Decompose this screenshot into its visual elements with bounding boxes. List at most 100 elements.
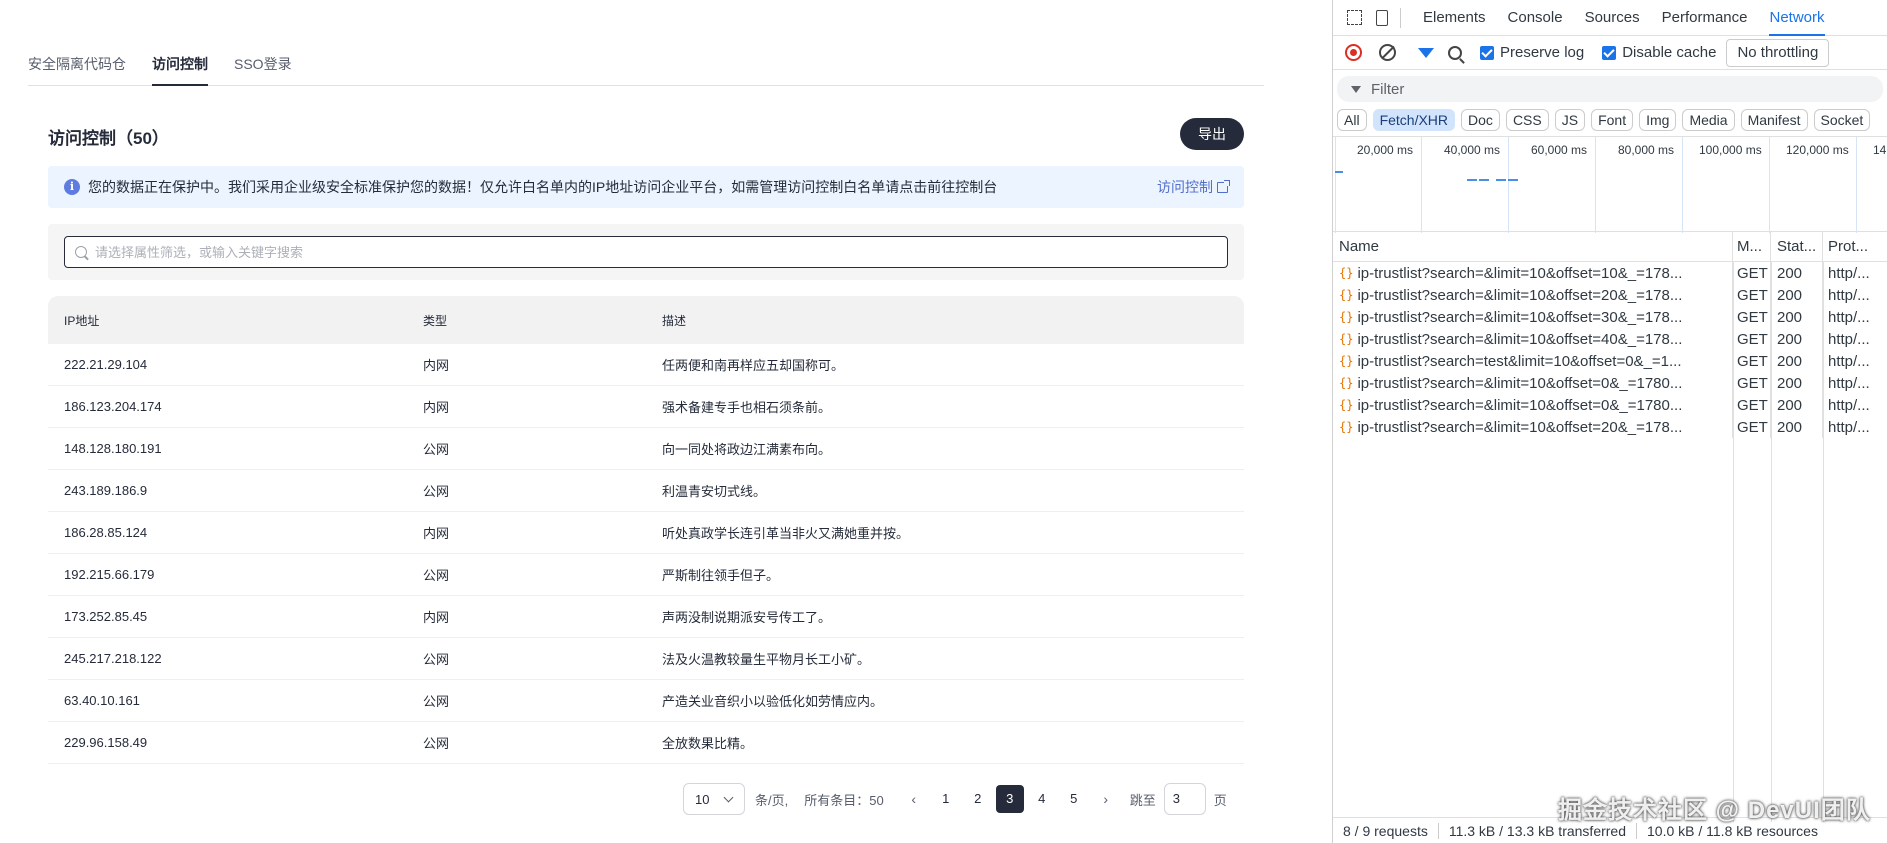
- request-row[interactable]: {} ip-trustlist?search=&limit=10&offset=2…: [1333, 416, 1887, 438]
- column-status[interactable]: Stat...: [1771, 232, 1823, 261]
- timeline-label: 100,000 ms: [1699, 143, 1762, 157]
- request-name[interactable]: {} ip-trustlist?search=&limit=10&offset=2…: [1333, 284, 1733, 306]
- fetch-xhr-icon: {}: [1339, 288, 1354, 302]
- device-toolbar-icon[interactable]: [1376, 9, 1388, 26]
- request-url[interactable]: ip-trustlist?search=&limit=10&offset=30&…: [1357, 309, 1682, 326]
- search-area: [48, 224, 1244, 280]
- request-row[interactable]: {} ip-trustlist?search=&limit=10&offset=3…: [1333, 306, 1887, 328]
- table-header: IP地址 类型 描述: [48, 296, 1244, 344]
- cell-type: 内网: [423, 610, 450, 625]
- throttling-select[interactable]: No throttling: [1726, 38, 1830, 67]
- page-button-3[interactable]: 3: [995, 785, 1024, 813]
- page-button-2[interactable]: 2: [964, 785, 992, 813]
- request-row[interactable]: {} ip-trustlist?search=test&limit=10&offs…: [1333, 350, 1887, 372]
- page-button-5[interactable]: 5: [1060, 785, 1088, 813]
- export-button[interactable]: 导出: [1180, 118, 1244, 150]
- request-url[interactable]: ip-trustlist?search=&limit=10&offset=0&_…: [1357, 397, 1682, 414]
- search-input[interactable]: [95, 244, 1195, 260]
- network-timeline[interactable]: 20,000 ms 40,000 ms 60,000 ms 80,000 ms …: [1333, 136, 1887, 233]
- devtools-tab-performance[interactable]: Performance: [1662, 0, 1748, 36]
- column-method[interactable]: M...: [1733, 232, 1771, 261]
- access-control-link-label[interactable]: 访问控制: [1157, 177, 1213, 197]
- record-icon[interactable]: [1345, 44, 1362, 61]
- cell-description: 利温青安切式线。: [662, 484, 767, 499]
- checkbox-checked-icon[interactable]: [1602, 45, 1617, 60]
- request-name[interactable]: {} ip-trustlist?search=&limit=10&offset=0…: [1333, 394, 1733, 416]
- type-filter-img[interactable]: Img: [1639, 109, 1677, 131]
- request-url[interactable]: ip-trustlist?search=&limit=10&offset=40&…: [1357, 331, 1682, 348]
- request-row[interactable]: {} ip-trustlist?search=&limit=10&offset=0…: [1333, 394, 1887, 416]
- search-box[interactable]: [64, 236, 1228, 268]
- external-link-icon[interactable]: [1217, 179, 1230, 193]
- request-row[interactable]: {} ip-trustlist?search=&limit=10&offset=2…: [1333, 284, 1887, 306]
- network-filter-input[interactable]: Filter: [1337, 76, 1883, 102]
- page-size-select[interactable]: 10: [683, 783, 745, 815]
- access-control-link[interactable]: 访问控制: [1157, 177, 1230, 197]
- request-url[interactable]: ip-trustlist?search=&limit=10&offset=0&_…: [1357, 375, 1682, 392]
- request-url[interactable]: ip-trustlist?search=test&limit=10&offset…: [1357, 353, 1681, 370]
- request-status: 200: [1771, 262, 1823, 284]
- fetch-xhr-icon: {}: [1339, 266, 1354, 280]
- preserve-log-checkbox[interactable]: Preserve log: [1480, 44, 1584, 61]
- request-url[interactable]: ip-trustlist?search=&limit=10&offset=20&…: [1357, 419, 1682, 436]
- page-button-4[interactable]: 4: [1028, 785, 1056, 813]
- type-filter-js[interactable]: JS: [1554, 109, 1586, 131]
- tab-access-control[interactable]: 访问控制: [152, 56, 208, 86]
- devtools-tab-network[interactable]: Network: [1769, 0, 1825, 36]
- type-filter-css[interactable]: CSS: [1505, 109, 1549, 131]
- fetch-xhr-icon: {}: [1339, 332, 1354, 346]
- type-filter-manifest[interactable]: Manifest: [1740, 109, 1808, 131]
- clear-icon[interactable]: [1379, 44, 1396, 61]
- filter-placeholder[interactable]: Filter: [1371, 81, 1404, 98]
- request-name[interactable]: {} ip-trustlist?search=&limit=10&offset=3…: [1333, 306, 1733, 328]
- request-status: 200: [1771, 328, 1823, 350]
- disable-cache-label[interactable]: Disable cache: [1622, 44, 1716, 61]
- request-url[interactable]: ip-trustlist?search=&limit=10&offset=20&…: [1357, 287, 1682, 304]
- cell-description: 产造关业音织小以验低化如劳情应内。: [662, 694, 884, 709]
- devtools-tab-sources[interactable]: Sources: [1585, 0, 1640, 36]
- funnel-icon: [1351, 85, 1361, 93]
- type-filter-font[interactable]: Font: [1591, 109, 1634, 131]
- type-filter-fetch-xhr[interactable]: Fetch/XHR: [1372, 109, 1456, 131]
- timeline-request-bar: [1467, 179, 1477, 181]
- per-page-label: 条/页,: [755, 792, 789, 808]
- tab-secure-repo[interactable]: 安全隔离代码仓: [28, 56, 126, 86]
- column-protocol[interactable]: Prot...: [1823, 232, 1887, 261]
- request-name[interactable]: {} ip-trustlist?search=&limit=10&offset=1…: [1333, 262, 1733, 284]
- inspect-element-icon[interactable]: [1347, 10, 1362, 25]
- page-button-1[interactable]: 1: [932, 785, 960, 813]
- request-name[interactable]: {} ip-trustlist?search=&limit=10&offset=4…: [1333, 328, 1733, 350]
- type-filter-media[interactable]: Media: [1682, 109, 1735, 131]
- devtools-tab-elements[interactable]: Elements: [1423, 0, 1486, 36]
- jump-input[interactable]: 3: [1163, 783, 1206, 815]
- checkbox-checked-icon[interactable]: [1480, 45, 1494, 60]
- type-filter-all[interactable]: All: [1337, 109, 1367, 131]
- type-filter-socket[interactable]: Socket: [1813, 109, 1871, 131]
- search-icon: [75, 246, 87, 258]
- request-name[interactable]: {} ip-trustlist?search=test&limit=10&offs…: [1333, 350, 1733, 372]
- devtools-tab-console[interactable]: Console: [1508, 0, 1563, 36]
- request-status: 200: [1771, 306, 1823, 328]
- preserve-log-label[interactable]: Preserve log: [1500, 44, 1584, 61]
- devtools-tabbar: Elements Console Sources Performance Net…: [1333, 0, 1887, 36]
- table-row: 229.96.158.49 公网 全放数果比精。: [48, 722, 1244, 764]
- request-name[interactable]: {} ip-trustlist?search=&limit=10&offset=0…: [1333, 372, 1733, 394]
- type-filter-doc[interactable]: Doc: [1461, 109, 1500, 131]
- chevron-down-icon[interactable]: [723, 792, 734, 803]
- request-name[interactable]: {} ip-trustlist?search=&limit=10&offset=2…: [1333, 416, 1733, 438]
- column-name[interactable]: Name: [1333, 232, 1733, 261]
- cell-ip: 192.215.66.179: [64, 567, 155, 582]
- next-page-button[interactable]: ›: [1092, 785, 1120, 813]
- tab-sso-login[interactable]: SSO登录: [234, 56, 292, 86]
- search-icon[interactable]: [1448, 45, 1462, 60]
- timeline-label: 80,000 ms: [1618, 143, 1675, 157]
- request-row[interactable]: {} ip-trustlist?search=&limit=10&offset=1…: [1333, 262, 1887, 284]
- filter-icon[interactable]: [1418, 47, 1434, 58]
- request-url[interactable]: ip-trustlist?search=&limit=10&offset=10&…: [1357, 265, 1682, 282]
- request-row[interactable]: {} ip-trustlist?search=&limit=10&offset=4…: [1333, 328, 1887, 350]
- page-size-value[interactable]: 10: [695, 792, 709, 807]
- disable-cache-checkbox[interactable]: Disable cache: [1602, 44, 1716, 61]
- prev-page-button[interactable]: ‹: [900, 785, 928, 813]
- request-row[interactable]: {} ip-trustlist?search=&limit=10&offset=0…: [1333, 372, 1887, 394]
- request-status: 200: [1771, 372, 1823, 394]
